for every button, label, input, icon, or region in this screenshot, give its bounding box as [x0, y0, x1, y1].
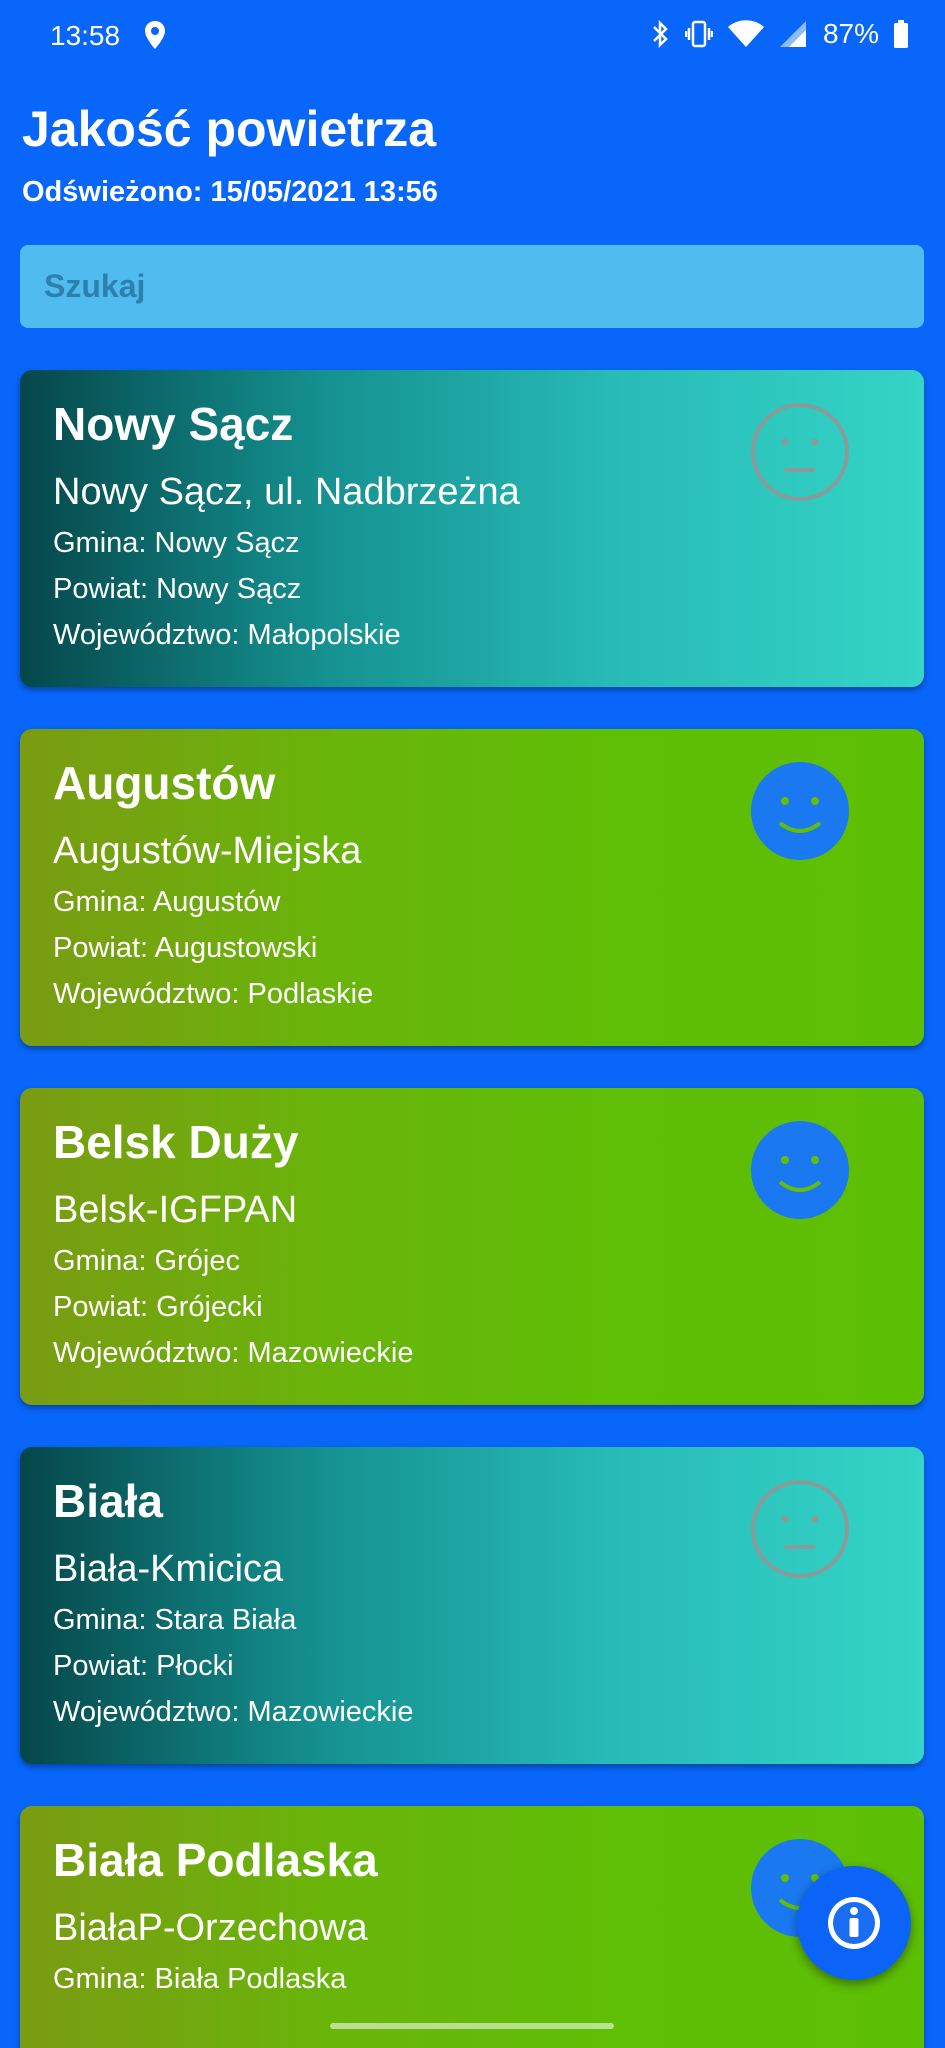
bluetooth-icon: [653, 19, 668, 49]
battery-percent: 87%: [822, 18, 879, 49]
station-wojewodztwo: Województwo: Małopolskie: [53, 619, 401, 651]
station-card[interactable]: Belsk Duży Belsk-IGFPAN Gmina: Grójec Po…: [20, 1088, 924, 1405]
station-card[interactable]: Augustów Augustów-Miejska Gmina: Augustó…: [20, 729, 924, 1046]
station-gmina: Gmina: Grójec: [53, 1245, 240, 1277]
smiley-face-icon: [751, 1121, 849, 1219]
vibrate-icon: [684, 20, 713, 48]
info-icon: [828, 1897, 880, 1949]
search-box[interactable]: [20, 245, 924, 328]
station-gmina: Gmina: Augustów: [53, 886, 281, 918]
location-icon: [145, 21, 165, 49]
neutral-face-icon: [751, 1480, 849, 1578]
search-input[interactable]: [42, 267, 924, 306]
smiley-face-icon: [751, 762, 849, 860]
page-title: Jakość powietrza: [22, 101, 437, 157]
station-wojewodztwo: Województwo: Mazowieckie: [53, 1696, 414, 1728]
wifi-icon: [727, 20, 764, 47]
home-gesture-bar[interactable]: [330, 2023, 614, 2029]
station-wojewodztwo: Województwo: Podlaskie: [53, 978, 374, 1010]
battery-icon: [894, 20, 908, 48]
info-button[interactable]: [797, 1866, 911, 1980]
station-powiat: Powiat: Nowy Sącz: [53, 573, 302, 605]
cellular-signal-icon: [779, 21, 806, 47]
neutral-face-icon: [751, 403, 849, 501]
station-powiat: Powiat: Augustowski: [53, 932, 318, 964]
station-card[interactable]: Biała Podlaska BiałaP-Orzechowa Gmina: B…: [20, 1806, 924, 2048]
station-gmina: Gmina: Stara Biała: [53, 1604, 297, 1636]
station-card[interactable]: Nowy Sącz Nowy Sącz, ul. Nadbrzeżna Gmin…: [20, 370, 924, 687]
station-powiat: Powiat: Grójecki: [53, 1291, 263, 1323]
station-powiat: Powiat: Płocki: [53, 1650, 234, 1682]
station-gmina: Gmina: Biała Podlaska: [53, 1963, 347, 1995]
refresh-timestamp: Odświeżono: 15/05/2021 13:56: [22, 176, 438, 208]
station-wojewodztwo: Województwo: Mazowieckie: [53, 1337, 414, 1369]
station-card[interactable]: Biała Biała-Kmicica Gmina: Stara Biała P…: [20, 1447, 924, 1764]
status-icons: 87%: [651, 18, 909, 50]
status-bar: 13:58 87%: [0, 0, 945, 72]
station-gmina: Gmina: Nowy Sącz: [53, 527, 300, 559]
status-time: 13:58: [50, 20, 121, 51]
